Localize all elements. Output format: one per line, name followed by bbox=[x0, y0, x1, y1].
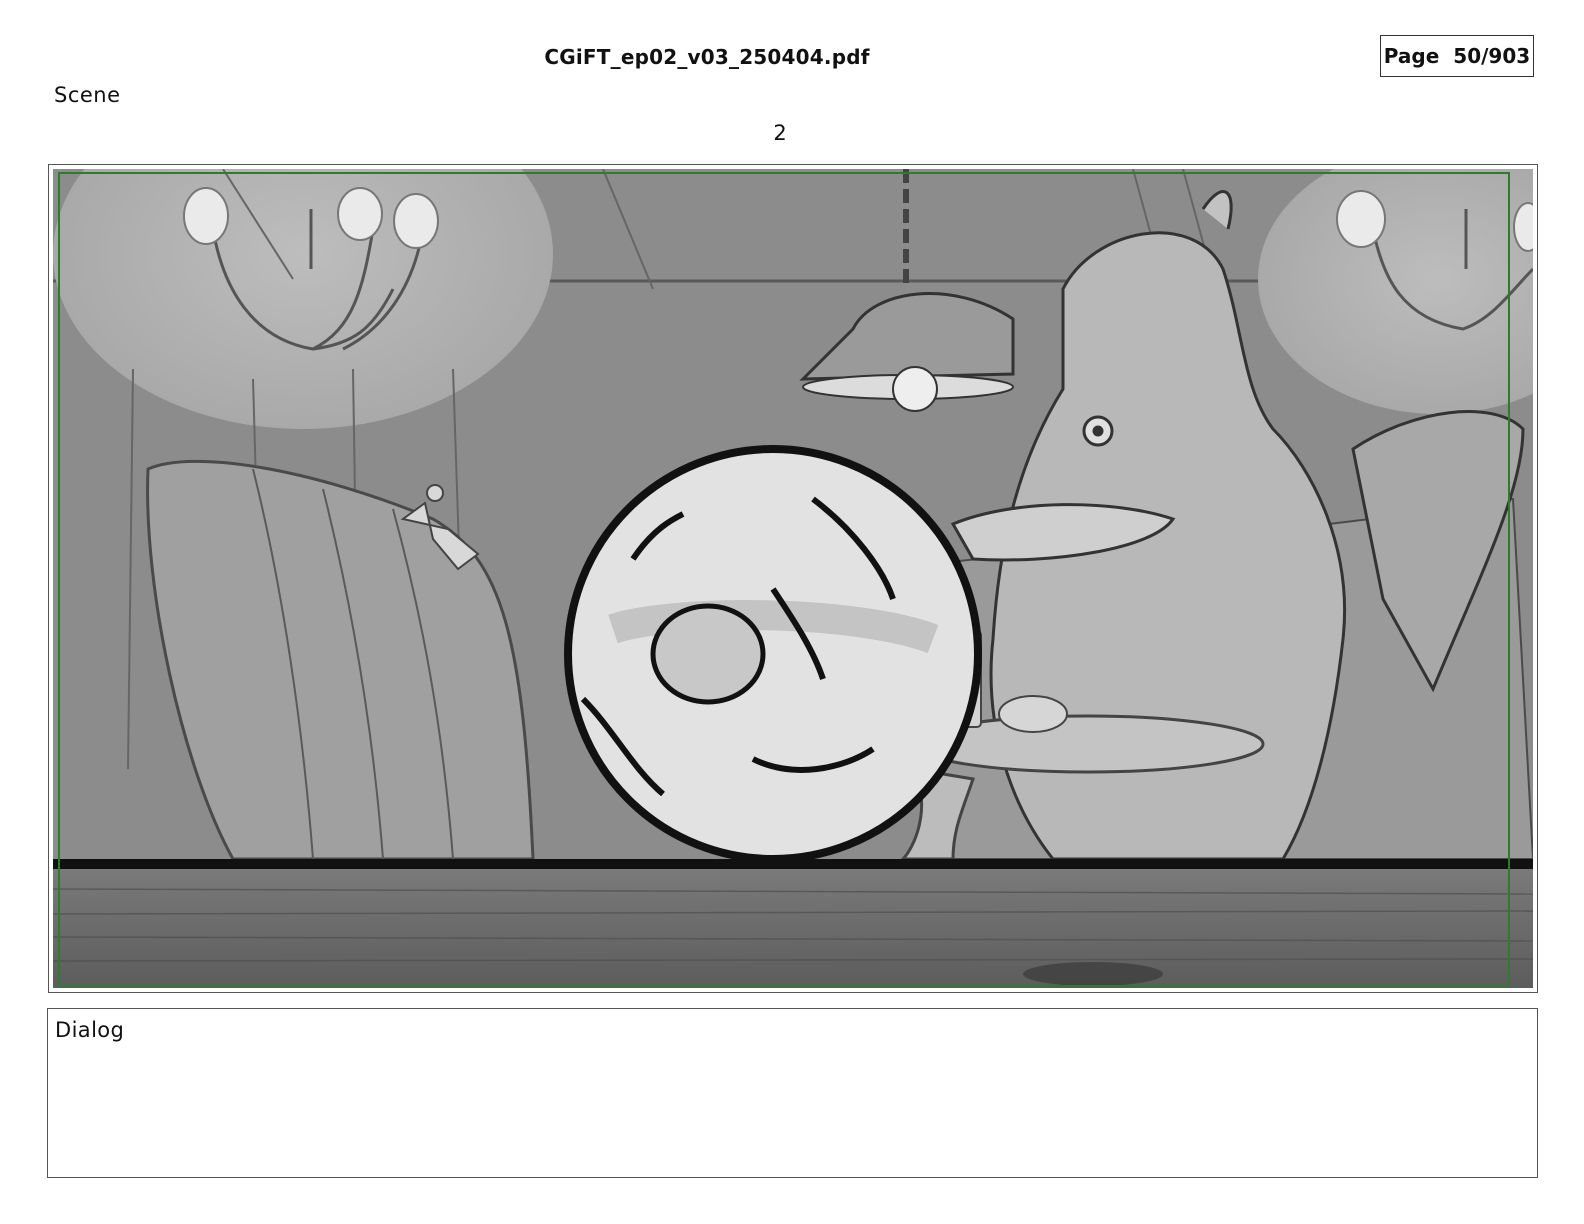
disc-foreground bbox=[564, 445, 982, 863]
page-number: 50/903 bbox=[1453, 44, 1531, 68]
storyboard-panel bbox=[48, 164, 1538, 993]
page-counter: Page 50/903 bbox=[1380, 35, 1534, 77]
wood-counter bbox=[53, 869, 1533, 988]
page-label: Page bbox=[1383, 44, 1440, 68]
storyboard-sketch-image bbox=[53, 169, 1533, 988]
scene-label: Scene bbox=[54, 83, 121, 107]
scene-number: 2 bbox=[773, 121, 787, 145]
wood-knot bbox=[1023, 962, 1163, 986]
document-title: CGiFT_ep02_v03_250404.pdf bbox=[544, 45, 870, 69]
dish bbox=[998, 695, 1068, 733]
dialog-label: Dialog bbox=[55, 1018, 125, 1042]
dialog-box: Dialog bbox=[47, 1008, 1538, 1178]
